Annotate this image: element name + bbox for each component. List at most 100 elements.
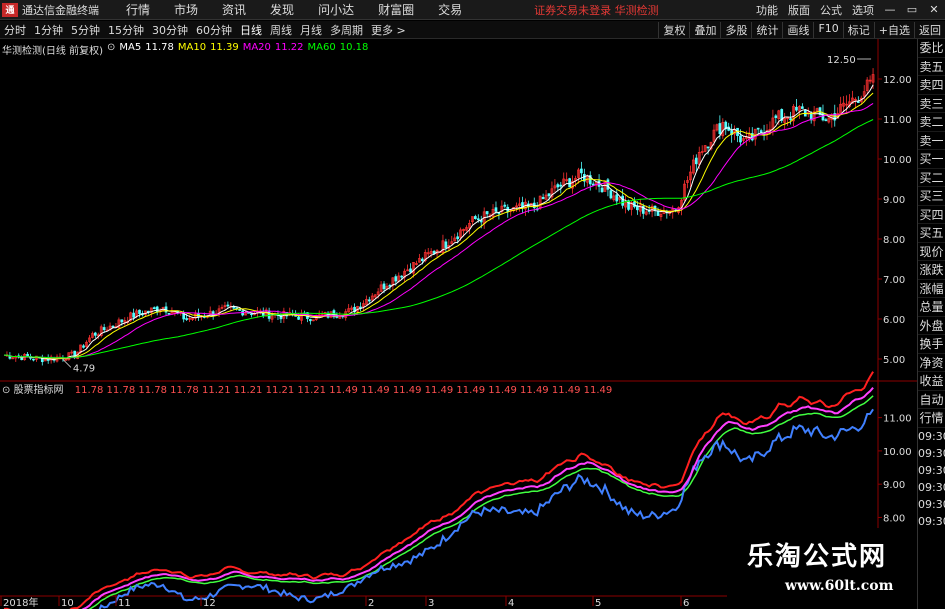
indicator-legend: ⊙ 股票指标网 11.78 11.78 11.78 11.78 11.21 11… xyxy=(2,381,612,396)
candle-body xyxy=(503,204,507,207)
panel-item-sell3[interactable]: 卖三 xyxy=(918,95,945,113)
panel-item-net-assets[interactable]: 净资 xyxy=(918,354,945,372)
period-1min[interactable]: 1分钟 xyxy=(30,22,67,38)
y-tick-label: 5.00 xyxy=(883,355,905,366)
sub-y-tick-label: 9.00 xyxy=(883,480,905,491)
maximize-icon[interactable]: ▭ xyxy=(901,3,923,16)
menu-options[interactable]: 选项 xyxy=(847,2,879,18)
candle-body xyxy=(621,195,624,206)
y-tick-label: 10.00 xyxy=(883,155,912,166)
title-bar: 通 通达信金融终端 行情 市场 资讯 发现 问小达 财富圈 交易 证券交易未登录… xyxy=(0,0,945,20)
panel-item-turnover[interactable]: 换手 xyxy=(918,335,945,354)
period-intraday[interactable]: 分时 xyxy=(0,22,30,38)
ma20-name: MA20 xyxy=(242,42,271,53)
candle-body xyxy=(606,179,610,190)
overlay-button[interactable]: 叠加 xyxy=(689,21,720,38)
candle-body xyxy=(756,127,760,130)
candle-body xyxy=(494,207,498,212)
menu-news[interactable]: 资讯 xyxy=(210,1,258,18)
draw-button[interactable]: 画线 xyxy=(782,21,813,38)
multi-stock-button[interactable]: 多股 xyxy=(720,21,751,38)
menu-wealth[interactable]: 财富圈 xyxy=(366,1,426,18)
candle-body xyxy=(267,310,271,319)
low-price-label: 4.79 xyxy=(73,363,95,374)
candle-body xyxy=(718,123,722,134)
panel-item-buy5[interactable]: 买五 xyxy=(918,224,945,243)
x-tick-label: 2 xyxy=(368,598,374,609)
menu-layout[interactable]: 版面 xyxy=(783,2,815,18)
panel-item-earnings[interactable]: 收益 xyxy=(918,372,945,391)
panel-auto[interactable]: 自动 xyxy=(918,391,945,409)
panel-quotes[interactable]: 行情 xyxy=(918,409,945,428)
minimize-icon[interactable]: — xyxy=(879,3,901,16)
panel-item-buy2[interactable]: 买二 xyxy=(918,169,945,187)
menu-formula[interactable]: 公式 xyxy=(815,2,847,18)
tick-time: 09:30 xyxy=(918,480,945,494)
panel-item-sell1[interactable]: 卖一 xyxy=(918,132,945,150)
period-more[interactable]: 更多 > xyxy=(367,22,410,38)
quote-panel: 委比 卖五 卖四 卖三 卖二 卖一 买一 买二 买三 买四 买五 现价 涨跌 涨… xyxy=(917,39,945,609)
period-60min[interactable]: 60分钟 xyxy=(192,22,236,38)
menu-trade[interactable]: 交易 xyxy=(426,1,474,18)
indicator-settings-icon[interactable]: ⊙ xyxy=(2,385,14,396)
sub-y-tick-label: 8.00 xyxy=(883,513,905,524)
candle-body xyxy=(759,130,763,133)
candle-body xyxy=(485,211,489,215)
candle-body xyxy=(167,312,171,315)
menu-quotes[interactable]: 行情 xyxy=(114,1,162,18)
period-15min[interactable]: 15分钟 xyxy=(104,22,148,38)
menu-discover[interactable]: 发现 xyxy=(258,1,306,18)
ma10-value: 11.39 xyxy=(210,42,239,53)
panel-item-pct[interactable]: 涨幅 xyxy=(918,280,945,298)
panel-item-sell4[interactable]: 卖四 xyxy=(918,76,945,95)
candle-body xyxy=(132,312,135,318)
period-30min[interactable]: 30分钟 xyxy=(148,22,192,38)
panel-item-sell5[interactable]: 卖五 xyxy=(918,58,945,76)
menu-function[interactable]: 功能 xyxy=(751,2,783,18)
ma60-value: 10.18 xyxy=(339,42,369,53)
close-icon[interactable]: ✕ xyxy=(923,3,945,16)
menu-market[interactable]: 市场 xyxy=(162,1,210,18)
period-weekly[interactable]: 周线 xyxy=(266,22,296,38)
x-tick-label: 5 xyxy=(595,598,601,609)
adjust-button[interactable]: 复权 xyxy=(658,21,689,38)
f10-button[interactable]: F10 xyxy=(813,21,842,38)
menu-ask[interactable]: 问小达 xyxy=(306,1,366,18)
panel-item-price[interactable]: 现价 xyxy=(918,243,945,261)
candle-body xyxy=(93,332,97,336)
candle-body xyxy=(394,276,398,282)
panel-item-buy3[interactable]: 买三 xyxy=(918,187,945,206)
login-alert[interactable]: 证券交易未登录 华测检测 xyxy=(534,2,659,18)
candle-body xyxy=(580,168,583,174)
y-tick-label: 9.00 xyxy=(883,195,905,206)
add-favorite-button[interactable]: +自选 xyxy=(873,21,914,38)
candle-body xyxy=(238,309,242,311)
back-button[interactable]: 返回 xyxy=(914,21,945,38)
x-tick-label: 11 xyxy=(118,598,131,609)
settings-icon[interactable]: ⊙ xyxy=(107,42,115,57)
panel-item-buy1[interactable]: 买一 xyxy=(918,150,945,169)
candle-body xyxy=(706,146,710,149)
candle-body xyxy=(591,183,595,186)
ma5-value: 11.78 xyxy=(145,42,174,53)
panel-item-outer[interactable]: 外盘 xyxy=(918,317,945,335)
kline-chart[interactable]: 12.00 11.00 10.00 9.00 8.00 7.00 6.00 5.00 4.79… xyxy=(0,39,917,609)
ma10-name: MA10 xyxy=(177,42,207,53)
panel-item-sell2[interactable]: 卖二 xyxy=(918,113,945,132)
period-bar: 分时 1分钟 5分钟 15分钟 30分钟 60分钟 日线 周线 月线 多周期 更… xyxy=(0,21,945,39)
panel-item-change[interactable]: 涨跌 xyxy=(918,261,945,280)
candle-body xyxy=(694,157,698,165)
candle-body xyxy=(801,106,804,109)
period-daily[interactable]: 日线 xyxy=(236,22,266,38)
sub-y-tick-label: 10.00 xyxy=(883,447,912,458)
panel-item-volume[interactable]: 总量 xyxy=(918,298,945,317)
candle-body xyxy=(774,115,778,118)
period-monthly[interactable]: 月线 xyxy=(296,22,326,38)
period-multi[interactable]: 多周期 xyxy=(326,22,367,38)
stats-button[interactable]: 统计 xyxy=(751,21,782,38)
panel-item-weibi[interactable]: 委比 xyxy=(918,39,945,58)
period-5min[interactable]: 5分钟 xyxy=(67,22,104,38)
candle-body xyxy=(120,319,124,323)
panel-item-buy4[interactable]: 买四 xyxy=(918,206,945,224)
mark-button[interactable]: 标记 xyxy=(842,21,874,38)
